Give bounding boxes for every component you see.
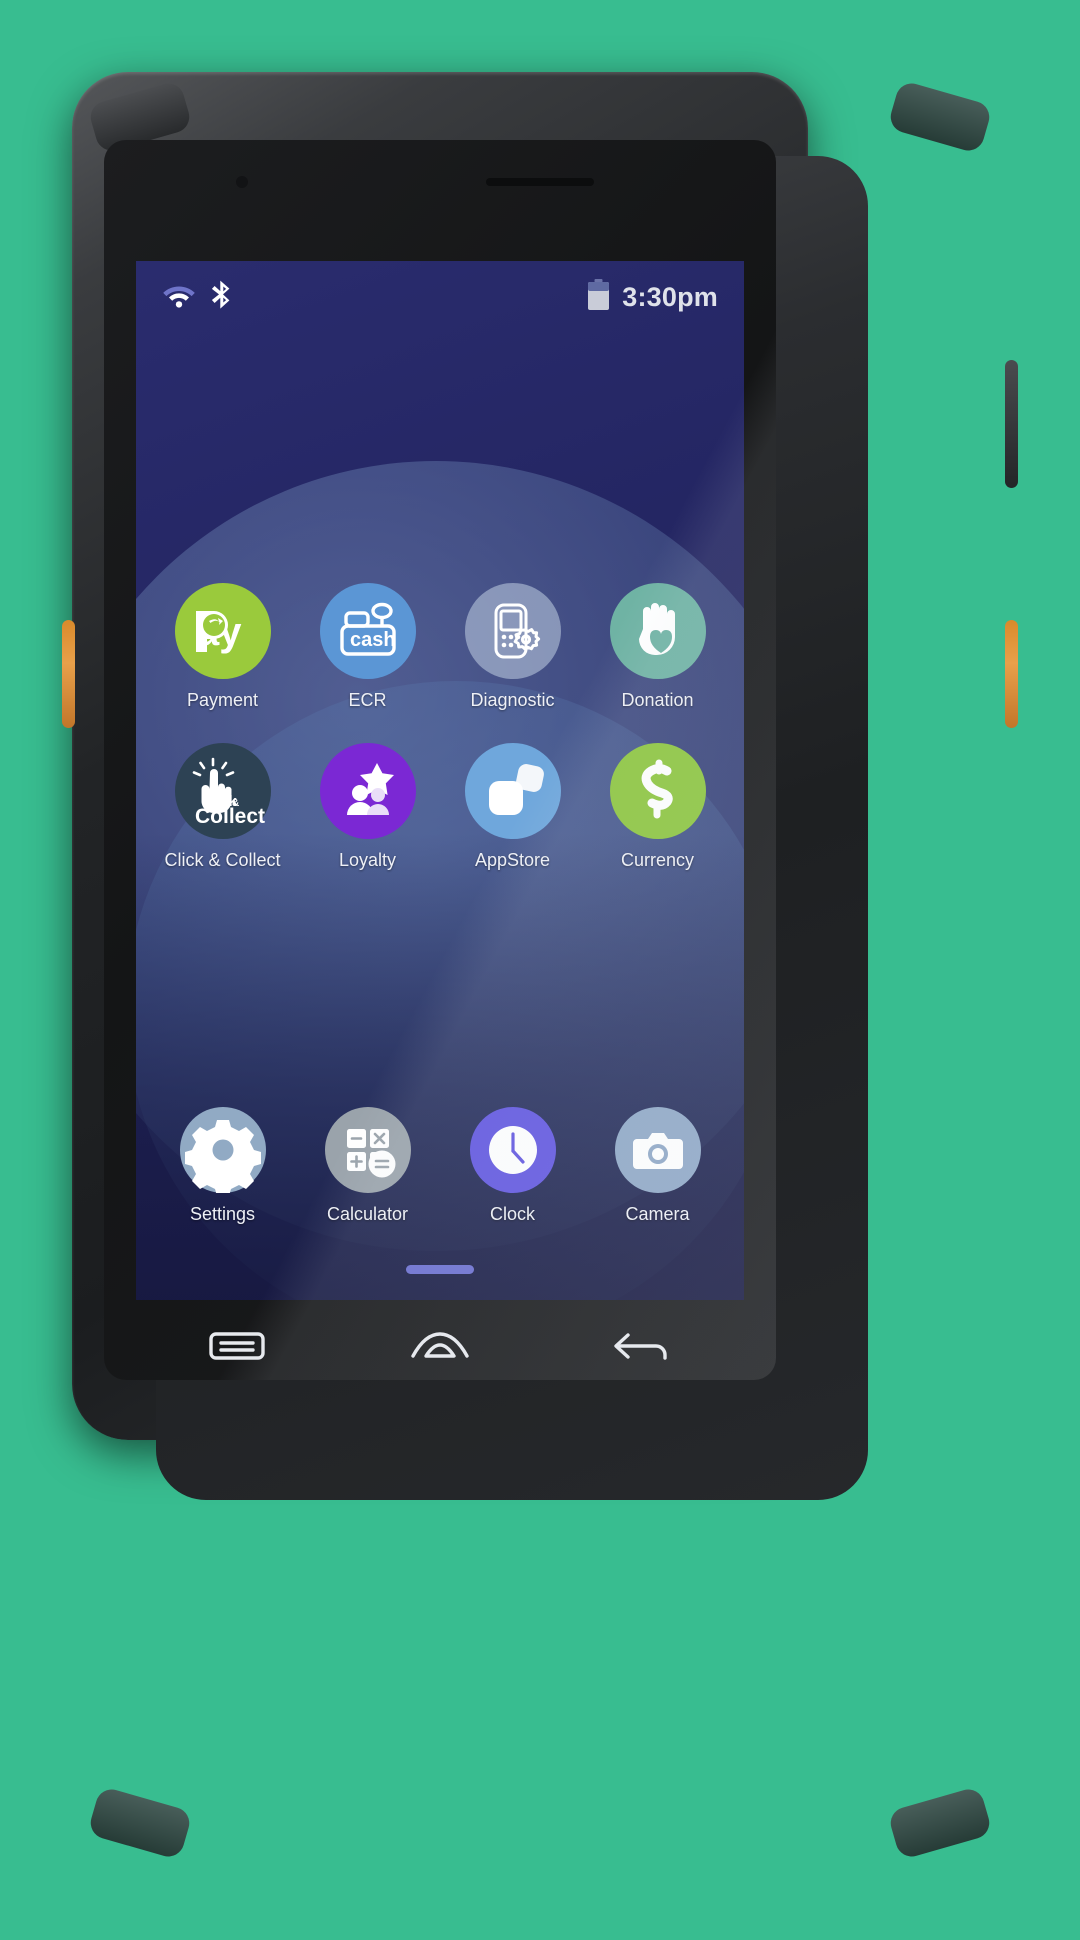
gear-icon[interactable] [179, 1107, 266, 1193]
side-button-right[interactable] [1005, 620, 1018, 728]
corner-bumper-bottom-right [886, 1785, 994, 1861]
bluetooth-icon [209, 280, 233, 315]
status-bar: 3:30pm [136, 261, 744, 333]
app-payment[interactable]: ay Payment [155, 583, 291, 711]
navigation-bar [136, 1300, 744, 1392]
app-grid: ay Payment [136, 347, 744, 1225]
corner-bumper-bottom-left [86, 1785, 194, 1861]
camera-icon[interactable] [614, 1107, 701, 1193]
wifi-icon [162, 282, 196, 313]
app-camera[interactable]: Camera [590, 1107, 726, 1225]
app-label: Currency [620, 850, 695, 870]
app-label: ECR [348, 690, 387, 710]
app-label: AppStore [474, 850, 551, 870]
app-label: Donation [621, 690, 694, 710]
app-click-and-collect[interactable]: Click & Collect Click & Collect [155, 743, 291, 871]
status-bar-clock: 3:30pm [622, 281, 718, 312]
home-indicator[interactable] [406, 1265, 474, 1274]
hand-heart-icon[interactable] [609, 583, 706, 679]
status-bar-right: 3:30pm [587, 278, 718, 316]
side-button-left[interactable] [62, 620, 75, 728]
status-bar-left [162, 280, 233, 315]
svg-text:Collect: Collect [195, 805, 265, 828]
recents-icon[interactable] [182, 1313, 292, 1379]
calculator-icon[interactable] [324, 1107, 411, 1193]
corner-bumper-top-right [886, 79, 994, 155]
app-label: Payment [186, 690, 259, 710]
app-label: Camera [625, 1204, 690, 1224]
app-settings[interactable]: Settings [155, 1107, 291, 1225]
currency-s-icon[interactable] [609, 743, 706, 839]
app-clock[interactable]: Clock [445, 1107, 581, 1225]
app-label: Clock [489, 1204, 535, 1224]
clock-icon[interactable] [469, 1107, 556, 1193]
app-label: Diagnostic [470, 690, 555, 710]
back-icon[interactable] [588, 1313, 698, 1379]
app-ecr[interactable]: cash ECR [300, 583, 436, 711]
app-diagnostic[interactable]: Diagnostic [445, 583, 581, 711]
cash-register-icon[interactable]: cash [319, 583, 416, 679]
app-row-3: Settings Calculator Clock Camera [136, 1107, 744, 1225]
svg-text:cash: cash [350, 629, 396, 651]
app-squares-icon[interactable] [464, 743, 561, 839]
payment-icon[interactable]: ay [174, 583, 271, 679]
home-icon[interactable] [385, 1313, 495, 1379]
app-appstore[interactable]: AppStore [445, 743, 581, 871]
earpiece-speaker [486, 178, 594, 186]
app-label: Settings [189, 1204, 256, 1224]
app-loyalty[interactable]: Loyalty [300, 743, 436, 871]
battery-icon [587, 278, 610, 316]
app-row-2: Click & Collect Click & Collect Loyalty … [136, 743, 744, 871]
app-label: Calculator [326, 1204, 409, 1224]
device-screen: 3:30pm ay Payment [136, 261, 744, 1300]
app-donation[interactable]: Donation [590, 583, 726, 711]
app-row-1: ay Payment [136, 583, 744, 711]
app-label: Loyalty [338, 850, 397, 870]
app-currency[interactable]: Currency [590, 743, 726, 871]
app-calculator[interactable]: Calculator [300, 1107, 436, 1225]
star-people-icon[interactable] [319, 743, 416, 839]
front-camera [236, 176, 248, 188]
volume-button[interactable] [1005, 360, 1018, 488]
app-label: Click & Collect [164, 850, 281, 870]
click-collect-icon[interactable]: Click & Collect [174, 743, 271, 839]
terminal-gear-icon[interactable] [464, 583, 561, 679]
